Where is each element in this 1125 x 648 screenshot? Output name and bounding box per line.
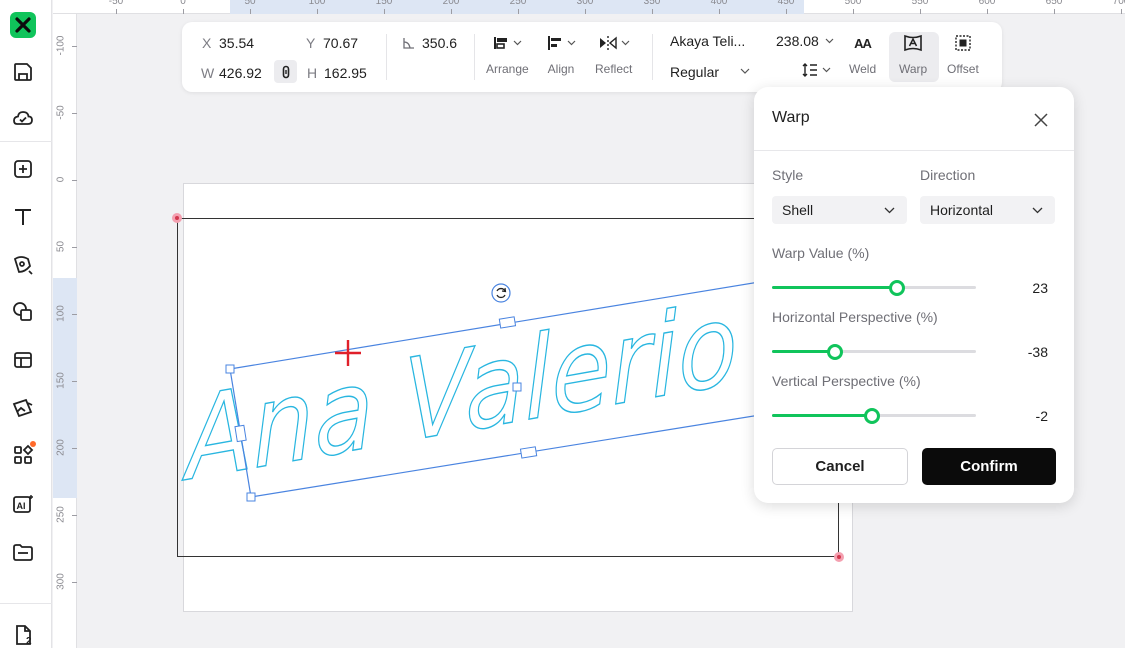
- weld-label: Weld: [849, 62, 877, 76]
- resize-handle[interactable]: [519, 446, 538, 459]
- close-icon: [1034, 113, 1048, 127]
- app-window: AI 2 -50 0 50 100 150 200 250 300 350 400 450 500 55…: [0, 0, 1125, 648]
- weld-icon: AA: [854, 35, 872, 51]
- x-field[interactable]: 35.54: [219, 35, 254, 51]
- toolbar-divider: [652, 34, 653, 80]
- chevron-down-icon: [884, 207, 895, 213]
- toolbar-divider: [474, 34, 475, 80]
- aspect-lock-button[interactable]: [274, 60, 297, 83]
- chevron-down-icon: [567, 40, 576, 46]
- resize-handle[interactable]: [246, 492, 256, 502]
- style-label: Style: [772, 167, 804, 183]
- line-spacing-button[interactable]: [802, 62, 831, 78]
- offset-label: Offset: [947, 62, 979, 76]
- horizontal-perspective-slider[interactable]: [772, 342, 976, 362]
- y-label: Y: [306, 35, 316, 51]
- y-field[interactable]: 70.67: [323, 35, 358, 51]
- arrange-label: Arrange: [486, 62, 529, 76]
- reflect-label: Reflect: [595, 62, 633, 76]
- reflect-icon: [599, 36, 617, 50]
- align-icon: [548, 36, 561, 50]
- warp-icon: [904, 34, 922, 52]
- warped-text: Ana Valerio: [178, 278, 739, 508]
- chevron-down-icon[interactable]: [825, 38, 834, 44]
- horizontal-perspective-readout[interactable]: -38: [994, 344, 1048, 360]
- link-icon: [282, 65, 289, 78]
- h-label: H: [307, 65, 318, 81]
- font-family-select[interactable]: Akaya Teli...: [670, 33, 745, 49]
- dialog-divider: [754, 150, 1074, 151]
- vertical-perspective-label: Vertical Perspective (%): [772, 373, 921, 389]
- vertical-perspective-slider[interactable]: [772, 406, 976, 426]
- chevron-down-icon: [1032, 207, 1043, 213]
- resize-handle[interactable]: [498, 316, 517, 329]
- w-label: W: [201, 65, 215, 81]
- warp-value-readout[interactable]: 23: [994, 280, 1048, 296]
- center-handle[interactable]: [512, 382, 522, 392]
- warp-value-slider[interactable]: [772, 278, 976, 298]
- offset-button[interactable]: Offset: [947, 32, 979, 76]
- reflect-button[interactable]: Reflect: [595, 32, 632, 76]
- offset-icon: [955, 35, 971, 51]
- font-style-select[interactable]: Regular: [670, 64, 719, 80]
- horizontal-perspective-label: Horizontal Perspective (%): [772, 309, 938, 325]
- resize-handle[interactable]: [234, 424, 247, 443]
- slider-thumb[interactable]: [889, 280, 905, 296]
- h-field[interactable]: 162.95: [324, 65, 367, 81]
- w-field[interactable]: 426.92: [219, 65, 262, 81]
- vertical-perspective-readout[interactable]: -2: [994, 408, 1048, 424]
- align-button[interactable]: Align: [546, 32, 576, 76]
- warp-value-label: Warp Value (%): [772, 245, 870, 261]
- warp-dialog: Warp Style Shell Direction Horizontal Wa…: [754, 87, 1074, 503]
- slider-fill: [772, 350, 835, 353]
- align-label: Align: [547, 62, 575, 76]
- warped-text-object[interactable]: Ana Valerio: [178, 277, 741, 508]
- direction-label: Direction: [920, 167, 976, 183]
- rotation-field[interactable]: 350.6: [422, 35, 457, 51]
- slider-fill: [772, 414, 872, 417]
- dialog-title: Warp: [772, 109, 810, 126]
- direction-select[interactable]: Horizontal: [920, 196, 1055, 224]
- cancel-button[interactable]: Cancel: [772, 448, 908, 485]
- line-spacing-icon: [802, 63, 817, 77]
- chevron-down-icon: [621, 40, 630, 46]
- toolbar-divider: [386, 34, 387, 80]
- warp-label: Warp: [899, 62, 928, 76]
- style-value: Shell: [782, 202, 814, 218]
- rotation-angle-icon: [403, 38, 414, 49]
- rotate-handle-icon[interactable]: [491, 283, 511, 303]
- confirm-button[interactable]: Confirm: [922, 448, 1056, 485]
- arrange-button[interactable]: Arrange: [486, 32, 529, 76]
- slider-thumb[interactable]: [864, 408, 880, 424]
- close-button[interactable]: [1030, 109, 1052, 131]
- style-select[interactable]: Shell: [772, 196, 907, 224]
- direction-value: Horizontal: [930, 202, 994, 218]
- weld-button[interactable]: AA Weld: [849, 32, 877, 77]
- slider-fill: [772, 286, 897, 289]
- chevron-down-icon: [822, 67, 831, 73]
- warp-button[interactable]: Warp: [899, 32, 927, 76]
- resize-handle[interactable]: [225, 364, 235, 374]
- chevron-down-icon[interactable]: [740, 68, 750, 74]
- arrange-icon: [494, 37, 508, 49]
- slider-thumb[interactable]: [827, 344, 843, 360]
- font-size-field[interactable]: 238.08: [776, 33, 819, 49]
- x-label: X: [202, 35, 212, 51]
- chevron-down-icon: [513, 40, 522, 46]
- properties-toolbar: X 35.54 Y 70.67 W 426.92 H 162.95 350.6 …: [182, 22, 1002, 92]
